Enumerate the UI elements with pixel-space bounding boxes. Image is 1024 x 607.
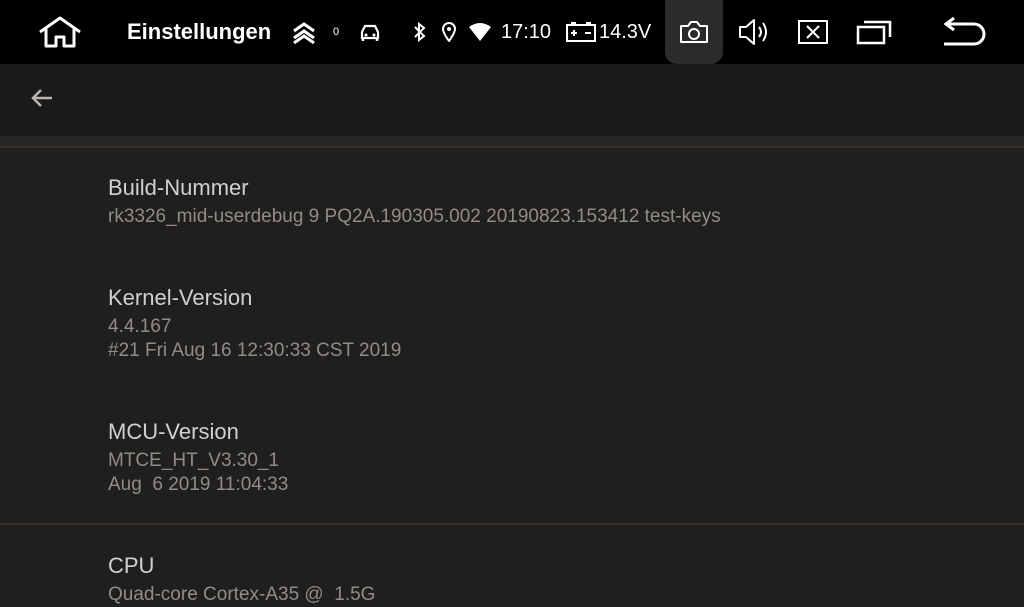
app-bar bbox=[0, 64, 1024, 136]
back-arrow-icon[interactable] bbox=[940, 0, 988, 64]
camera-icon bbox=[678, 19, 710, 45]
arrow-left-icon bbox=[28, 84, 56, 117]
mcu-version-line-2: Aug 6 2019 11:04:33 bbox=[108, 474, 289, 495]
kernel-version-title: Kernel-Version bbox=[108, 285, 253, 310]
car-icon bbox=[358, 0, 382, 64]
mcu-version-item[interactable]: MCU-Version MTCE_HT_V3.30_1 Aug 6 2019 1… bbox=[108, 418, 288, 497]
kernel-version-line-2: #21 Fri Aug 16 12:30:33 CST 2019 bbox=[108, 340, 402, 361]
cpu-value: Quad-core Cortex-A35 @ 1.5G bbox=[108, 584, 376, 605]
status-title: Einstellungen bbox=[127, 19, 272, 44]
location-icon bbox=[440, 0, 458, 64]
cpu-title: CPU bbox=[108, 553, 155, 578]
build-number-item[interactable]: Build-Nummer rk3326_mid-userdebug 9 PQ2A… bbox=[108, 174, 721, 229]
section-divider bbox=[0, 523, 1024, 525]
build-number-title: Build-Nummer bbox=[108, 175, 249, 200]
wifi-icon bbox=[468, 0, 492, 64]
battery-icon bbox=[565, 0, 597, 64]
recent-apps-icon[interactable] bbox=[854, 0, 894, 64]
clock: 17:10 bbox=[501, 20, 552, 43]
notification-count: 0 bbox=[333, 26, 340, 38]
camera-button[interactable] bbox=[665, 0, 723, 64]
chevrons-up-icon bbox=[291, 0, 317, 64]
status-bar: Einstellungen 0 17:10 14.3V bbox=[0, 0, 1024, 64]
voltage: 14.3V bbox=[599, 20, 652, 43]
build-number-value: rk3326_mid-userdebug 9 PQ2A.190305.002 2… bbox=[108, 206, 721, 227]
app-bar-shadow bbox=[0, 136, 1024, 148]
bluetooth-icon bbox=[412, 0, 428, 64]
kernel-version-line-1: 4.4.167 bbox=[108, 316, 172, 337]
cpu-item[interactable]: CPU Quad-core Cortex-A35 @ 1.5G bbox=[108, 552, 375, 607]
mcu-version-line-1: MTCE_HT_V3.30_1 bbox=[108, 450, 280, 471]
home-icon[interactable] bbox=[36, 0, 84, 64]
mcu-version-title: MCU-Version bbox=[108, 419, 239, 444]
kernel-version-item[interactable]: Kernel-Version 4.4.167 #21 Fri Aug 16 12… bbox=[108, 284, 401, 363]
back-button[interactable] bbox=[26, 84, 58, 116]
close-app-icon[interactable] bbox=[796, 0, 830, 64]
volume-icon[interactable] bbox=[736, 0, 772, 64]
